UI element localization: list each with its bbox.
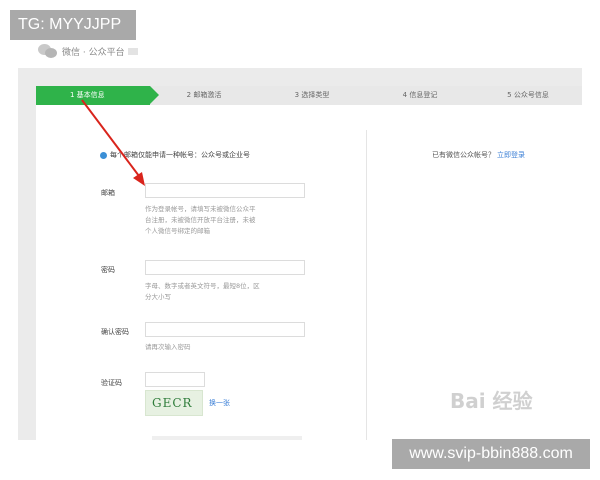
step-info-registration: 4 信息登记 — [402, 91, 438, 99]
password-label: 密码 — [101, 266, 115, 274]
email-field[interactable] — [145, 183, 305, 198]
login-now-link[interactable]: 立即登录 — [497, 151, 525, 159]
brand-decoration — [127, 47, 138, 55]
step-account-info: 5 公众号信息 — [507, 91, 549, 99]
password-field[interactable] — [145, 260, 305, 275]
confirm-password-label: 确认密码 — [101, 328, 129, 336]
confirm-password-hint: 请再次输入密码 — [145, 343, 191, 351]
email-label: 邮箱 — [101, 189, 115, 197]
tg-overlay-badge: TG: MYYJJPP — [10, 10, 136, 40]
wechat-logo-icon — [38, 44, 58, 58]
url-overlay-badge: www.svip-bbin888.com — [392, 439, 590, 469]
email-hint: 作为登录帐号，请填写未被微信公众平 台注册，未被微信开放平台注册，未被 个人微信… — [145, 205, 256, 235]
step-progress-bar: 1 基本信息 2 邮箱激活 3 选择类型 4 信息登记 5 公众号信息 — [36, 86, 582, 105]
faded-agreement-line — [152, 436, 302, 440]
step-email-activation: 2 邮箱激活 — [186, 91, 222, 99]
captcha-label: 验证码 — [101, 379, 122, 387]
confirm-password-field[interactable] — [145, 322, 305, 337]
step-basic-info: 1 基本信息 — [36, 86, 159, 105]
existing-account-question: 已有微信公众帐号？ — [432, 151, 495, 159]
change-captcha-link[interactable]: 换一张 — [209, 398, 230, 408]
password-hint: 字母、数字或者英文符号，最短8位，区 分大小写 — [145, 282, 260, 301]
brand-header: 微信 · 公众平台 — [38, 43, 138, 59]
info-icon — [100, 151, 107, 159]
account-type-notice: 每个邮箱仅能申请一种帐号：公众号或企业号 — [100, 150, 250, 160]
column-divider — [366, 130, 367, 440]
captcha-image[interactable]: GECR — [145, 390, 203, 416]
brand-title: 微信 · 公众平台 — [62, 47, 125, 58]
step-choose-type: 3 选择类型 — [294, 91, 330, 99]
notice-text: 每个邮箱仅能申请一种帐号：公众号或企业号 — [110, 151, 250, 159]
watermark: Bai 经验 — [450, 389, 533, 413]
existing-account-prompt: 已有微信公众帐号？ 立即登录 — [432, 150, 525, 160]
captcha-field[interactable] — [145, 372, 205, 387]
